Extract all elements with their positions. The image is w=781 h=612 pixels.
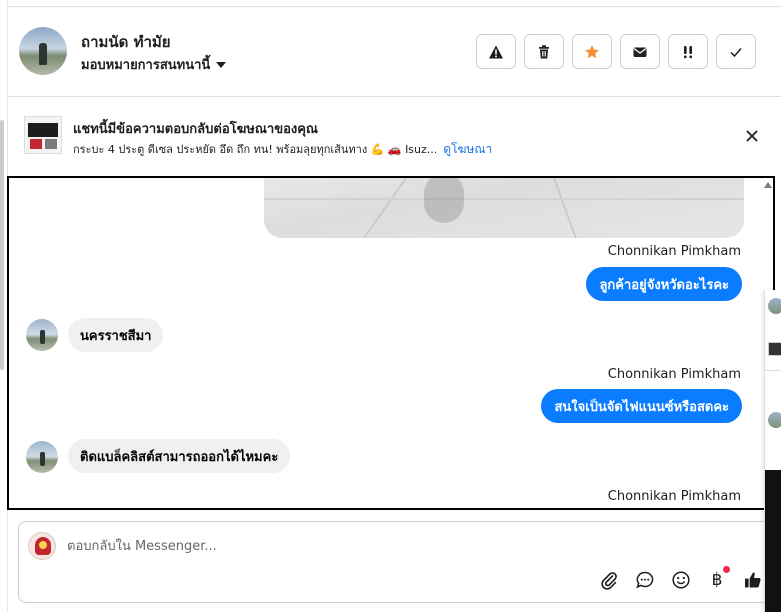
incoming-message[interactable]: นครราชสีมา	[68, 318, 164, 352]
close-icon	[746, 130, 758, 142]
double-exclamation-icon	[684, 45, 692, 58]
image-message[interactable]	[264, 178, 744, 238]
conversation-header: ถามนัด ทำมัย มอบหมายการสนทนานี้	[8, 7, 781, 97]
right-side-panel	[764, 290, 781, 612]
divider	[765, 370, 781, 371]
caret-down-icon	[216, 61, 227, 68]
star-button[interactable]	[572, 34, 612, 69]
outgoing-message[interactable]: ลูกค้าอยู่จังหวัดอะไรคะ	[586, 267, 742, 301]
assign-label: มอบหมายการสนทนานี้	[81, 58, 211, 73]
mark-done-button[interactable]	[716, 34, 756, 69]
ad-description: กระบะ 4 ประตู ดีเซล ประหยัด อึด ถึก ทน! …	[73, 143, 438, 156]
follow-up-button[interactable]	[668, 34, 708, 69]
baht-icon: ฿	[711, 570, 723, 590]
incoming-message[interactable]: ติดแบล็คลิสต์สามารถออกได้ไหมคะ	[68, 439, 291, 473]
contact-avatar-small[interactable]	[26, 319, 58, 351]
ad-thumbnail[interactable]	[768, 342, 781, 356]
thumbs-up-icon	[745, 572, 761, 588]
like-button[interactable]	[741, 568, 765, 592]
paperclip-icon	[601, 572, 617, 590]
page-avatar	[28, 532, 56, 560]
inbox-conversation-view: ถามนัด ทำมัย มอบหมายการสนทนานี้ แชทนี้มี…	[0, 0, 781, 612]
warning-icon	[489, 45, 503, 58]
contact-name[interactable]: ถามนัด ทำมัย	[81, 30, 171, 54]
assign-conversation-dropdown[interactable]: มอบหมายการสนทนานี้	[81, 54, 227, 75]
trash-icon	[539, 44, 549, 58]
attach-button[interactable]	[597, 568, 621, 592]
ad-banner-title: แชทนี้มีข้อความตอบกลับต่อโฆษณาของคุณ	[73, 122, 318, 137]
delete-button[interactable]	[524, 34, 564, 69]
notification-dot	[723, 566, 730, 573]
emoji-button[interactable]	[669, 568, 693, 592]
scroll-up-arrow-icon[interactable]	[764, 180, 773, 190]
mark-unread-button[interactable]	[620, 34, 660, 69]
envelope-icon	[633, 47, 647, 57]
contact-avatar-small[interactable]	[26, 441, 58, 473]
view-ad-link[interactable]: ดูโฆษณา	[443, 140, 492, 159]
dark-panel	[765, 470, 781, 612]
composer-tools: ฿	[597, 566, 765, 592]
report-spam-button[interactable]	[476, 34, 516, 69]
close-banner-button[interactable]	[742, 126, 762, 146]
contact-avatar[interactable]	[19, 27, 67, 75]
ad-reply-banner: แชทนี้มีข้อความตอบกลับต่อโฆษณาของคุณ กระ…	[8, 97, 781, 175]
outgoing-message[interactable]: สนใจเป็นจัดไฟแนนซ์หรือสดคะ	[541, 389, 742, 423]
star-icon	[585, 44, 599, 58]
payment-button[interactable]: ฿	[705, 566, 730, 592]
ad-banner-subtitle: กระบะ 4 ประตู ดีเซล ประหยัด อึด ถึก ทน! …	[73, 140, 492, 159]
avatar[interactable]	[768, 412, 781, 428]
sender-name: Chonnikan Pimkham	[607, 489, 741, 504]
smiley-icon	[672, 571, 690, 589]
sender-name: Chonnikan Pimkham	[607, 367, 741, 382]
check-icon	[730, 47, 742, 57]
chat-bubble-icon	[636, 571, 654, 589]
reply-composer: ฿	[18, 521, 778, 603]
reply-input[interactable]	[67, 536, 667, 556]
message-thread[interactable]: Chonnikan Pimkham ลูกค้าอยู่จังหวัดอะไรค…	[7, 176, 775, 510]
avatar[interactable]	[768, 298, 781, 314]
sender-name: Chonnikan Pimkham	[607, 244, 741, 259]
ad-thumbnail[interactable]	[24, 116, 62, 154]
saved-replies-button[interactable]	[633, 568, 657, 592]
conversation-actions	[476, 34, 756, 69]
left-scrollbar[interactable]	[0, 120, 4, 370]
